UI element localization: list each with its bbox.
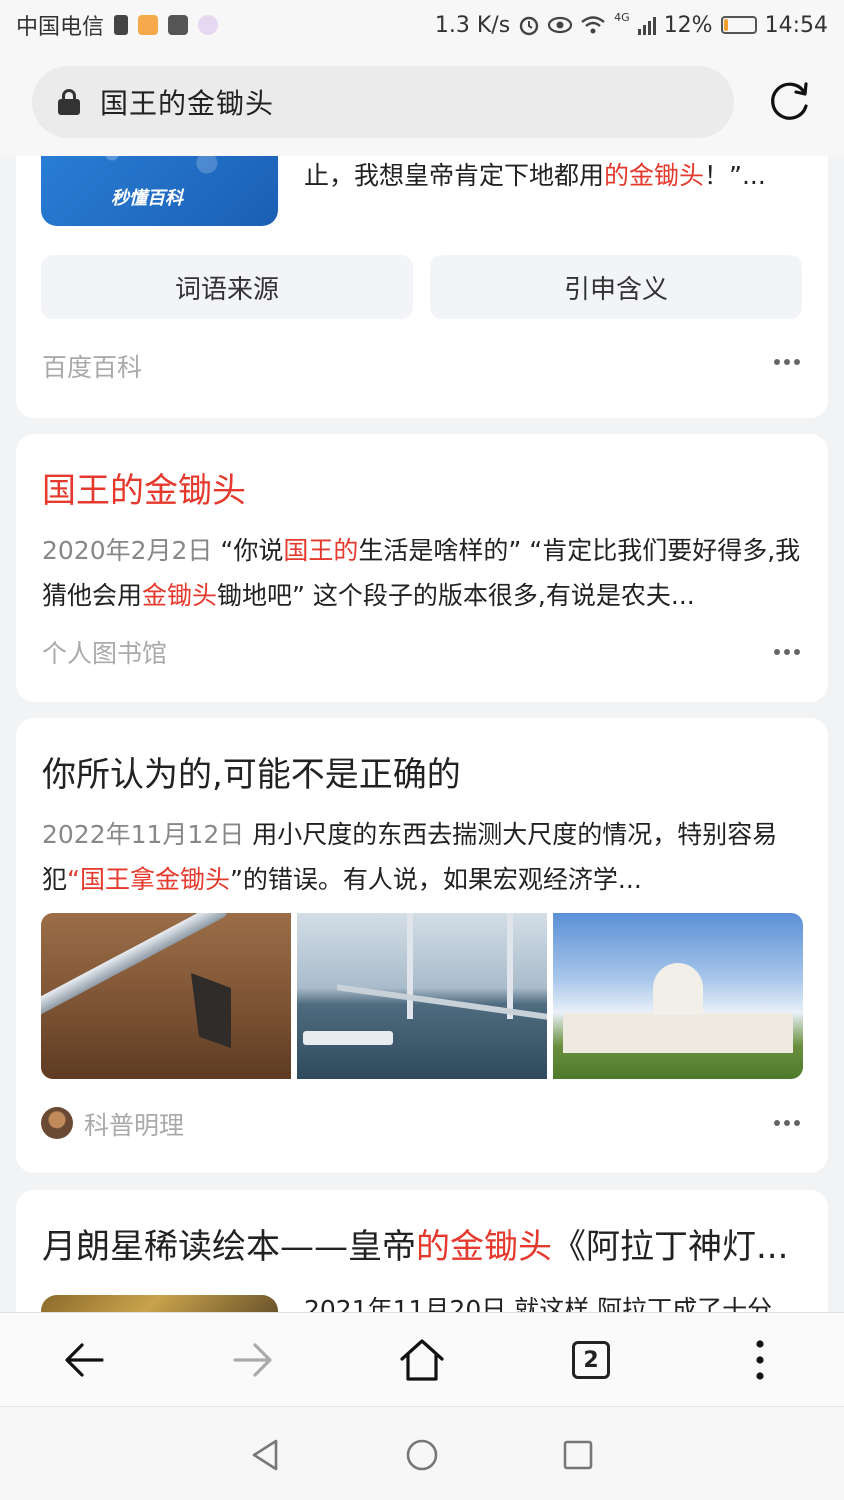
home-button[interactable] [397,1335,447,1385]
more-icon[interactable] [774,1119,800,1127]
more-vertical-icon [756,1340,764,1380]
result-snippet: 2020年2月2日 “你说国王的生活是啥样的” “肯定比我们要好得多,我猜他会用… [42,536,801,610]
result-card[interactable]: 月朗星稀读绘本——皇帝的金锄头《阿拉丁神灯... 2021年11月20日 就这样… [16,1190,828,1312]
result-thumbnail[interactable] [41,1295,278,1312]
bridge-image[interactable] [297,913,547,1079]
result-title[interactable]: 国王的金锄头 [42,468,246,514]
system-nav-bar [0,1406,844,1500]
lock-icon [58,89,80,115]
sim-icon [114,15,129,35]
browser-toolbar: 2 [0,1312,844,1406]
result-card-baike[interactable]: 秒懂百科 止，我想皇帝肯定下地都用的金锄头！”... 词语来源 引申含义 百度百… [16,156,828,418]
alarm-icon [519,16,539,36]
back-button[interactable] [59,1335,109,1385]
browser-header: 国王的金锄头 [0,50,844,156]
tabs-button[interactable]: 2 [566,1335,616,1385]
net-speed: 1.3 K/s [434,12,511,38]
battery-percent: 12% [663,12,713,38]
avatar[interactable] [41,1107,73,1139]
baike-logo: 秒懂百科 [111,188,183,209]
capitol-image[interactable] [553,913,803,1079]
reload-icon[interactable] [766,78,812,124]
music-icon [198,15,219,35]
chip-word-origin[interactable]: 词语来源 [41,255,413,319]
more-icon[interactable] [774,358,800,366]
result-snippet: 2021年11月20日 就这样 阿拉丁成了十分 [304,1295,773,1312]
nav-back-icon[interactable] [248,1437,284,1473]
arrow-right-icon [233,1343,272,1377]
tab-count: 2 [572,1341,610,1379]
arrow-left-icon [65,1343,104,1377]
menu-button[interactable] [735,1335,785,1385]
status-bar: 中国电信 1.3 K/s 4G 12% 14:54 [0,0,844,50]
result-snippet: 2022年11月12日 用小尺度的东西去揣测大尺度的情况，特别容易犯“国王拿金锄… [42,820,778,894]
eye-icon [548,16,573,34]
address-bar[interactable]: 国王的金锄头 [32,66,734,138]
result-image-row[interactable] [41,913,803,1079]
network-type: 4G [614,10,630,24]
result-source[interactable]: 科普明理 [84,1106,184,1142]
battery-icon [720,16,757,34]
result-snippet: 止，我想皇帝肯定下地都用的金锄头！”... [304,161,766,190]
address-text[interactable]: 国王的金锄头 [100,82,274,122]
result-source[interactable]: 百度百科 [42,348,142,384]
result-card[interactable]: 你所认为的,可能不是正确的 2022年11月12日 用小尺度的东西去揣测大尺度的… [16,718,828,1173]
nav-home-icon[interactable] [404,1437,440,1473]
wifi-icon [581,16,605,34]
results-list: 秒懂百科 止，我想皇帝肯定下地都用的金锄头！”... 词语来源 引申含义 百度百… [0,156,844,1312]
home-icon [400,1339,444,1381]
result-card[interactable]: 国王的金锄头 2020年2月2日 “你说国王的生活是啥样的” “肯定比我们要好得… [16,434,828,702]
huawei-icon [168,15,189,35]
more-icon[interactable] [774,648,800,656]
result-title[interactable]: 你所认为的,可能不是正确的 [42,752,461,798]
app-notification-icon [138,15,159,35]
result-title[interactable]: 月朗星稀读绘本——皇帝的金锄头《阿拉丁神灯... [42,1224,788,1270]
chip-extended-meaning[interactable]: 引申含义 [430,255,802,319]
carrier-label: 中国电信 [16,15,105,40]
clock: 14:54 [764,12,828,38]
result-thumbnail[interactable]: 秒懂百科 [41,156,278,226]
result-source[interactable]: 个人图书馆 [42,634,167,670]
hoe-image[interactable] [41,913,291,1079]
nav-recents-icon[interactable] [560,1437,596,1473]
signal-icon [637,15,656,35]
forward-button[interactable] [228,1335,278,1385]
